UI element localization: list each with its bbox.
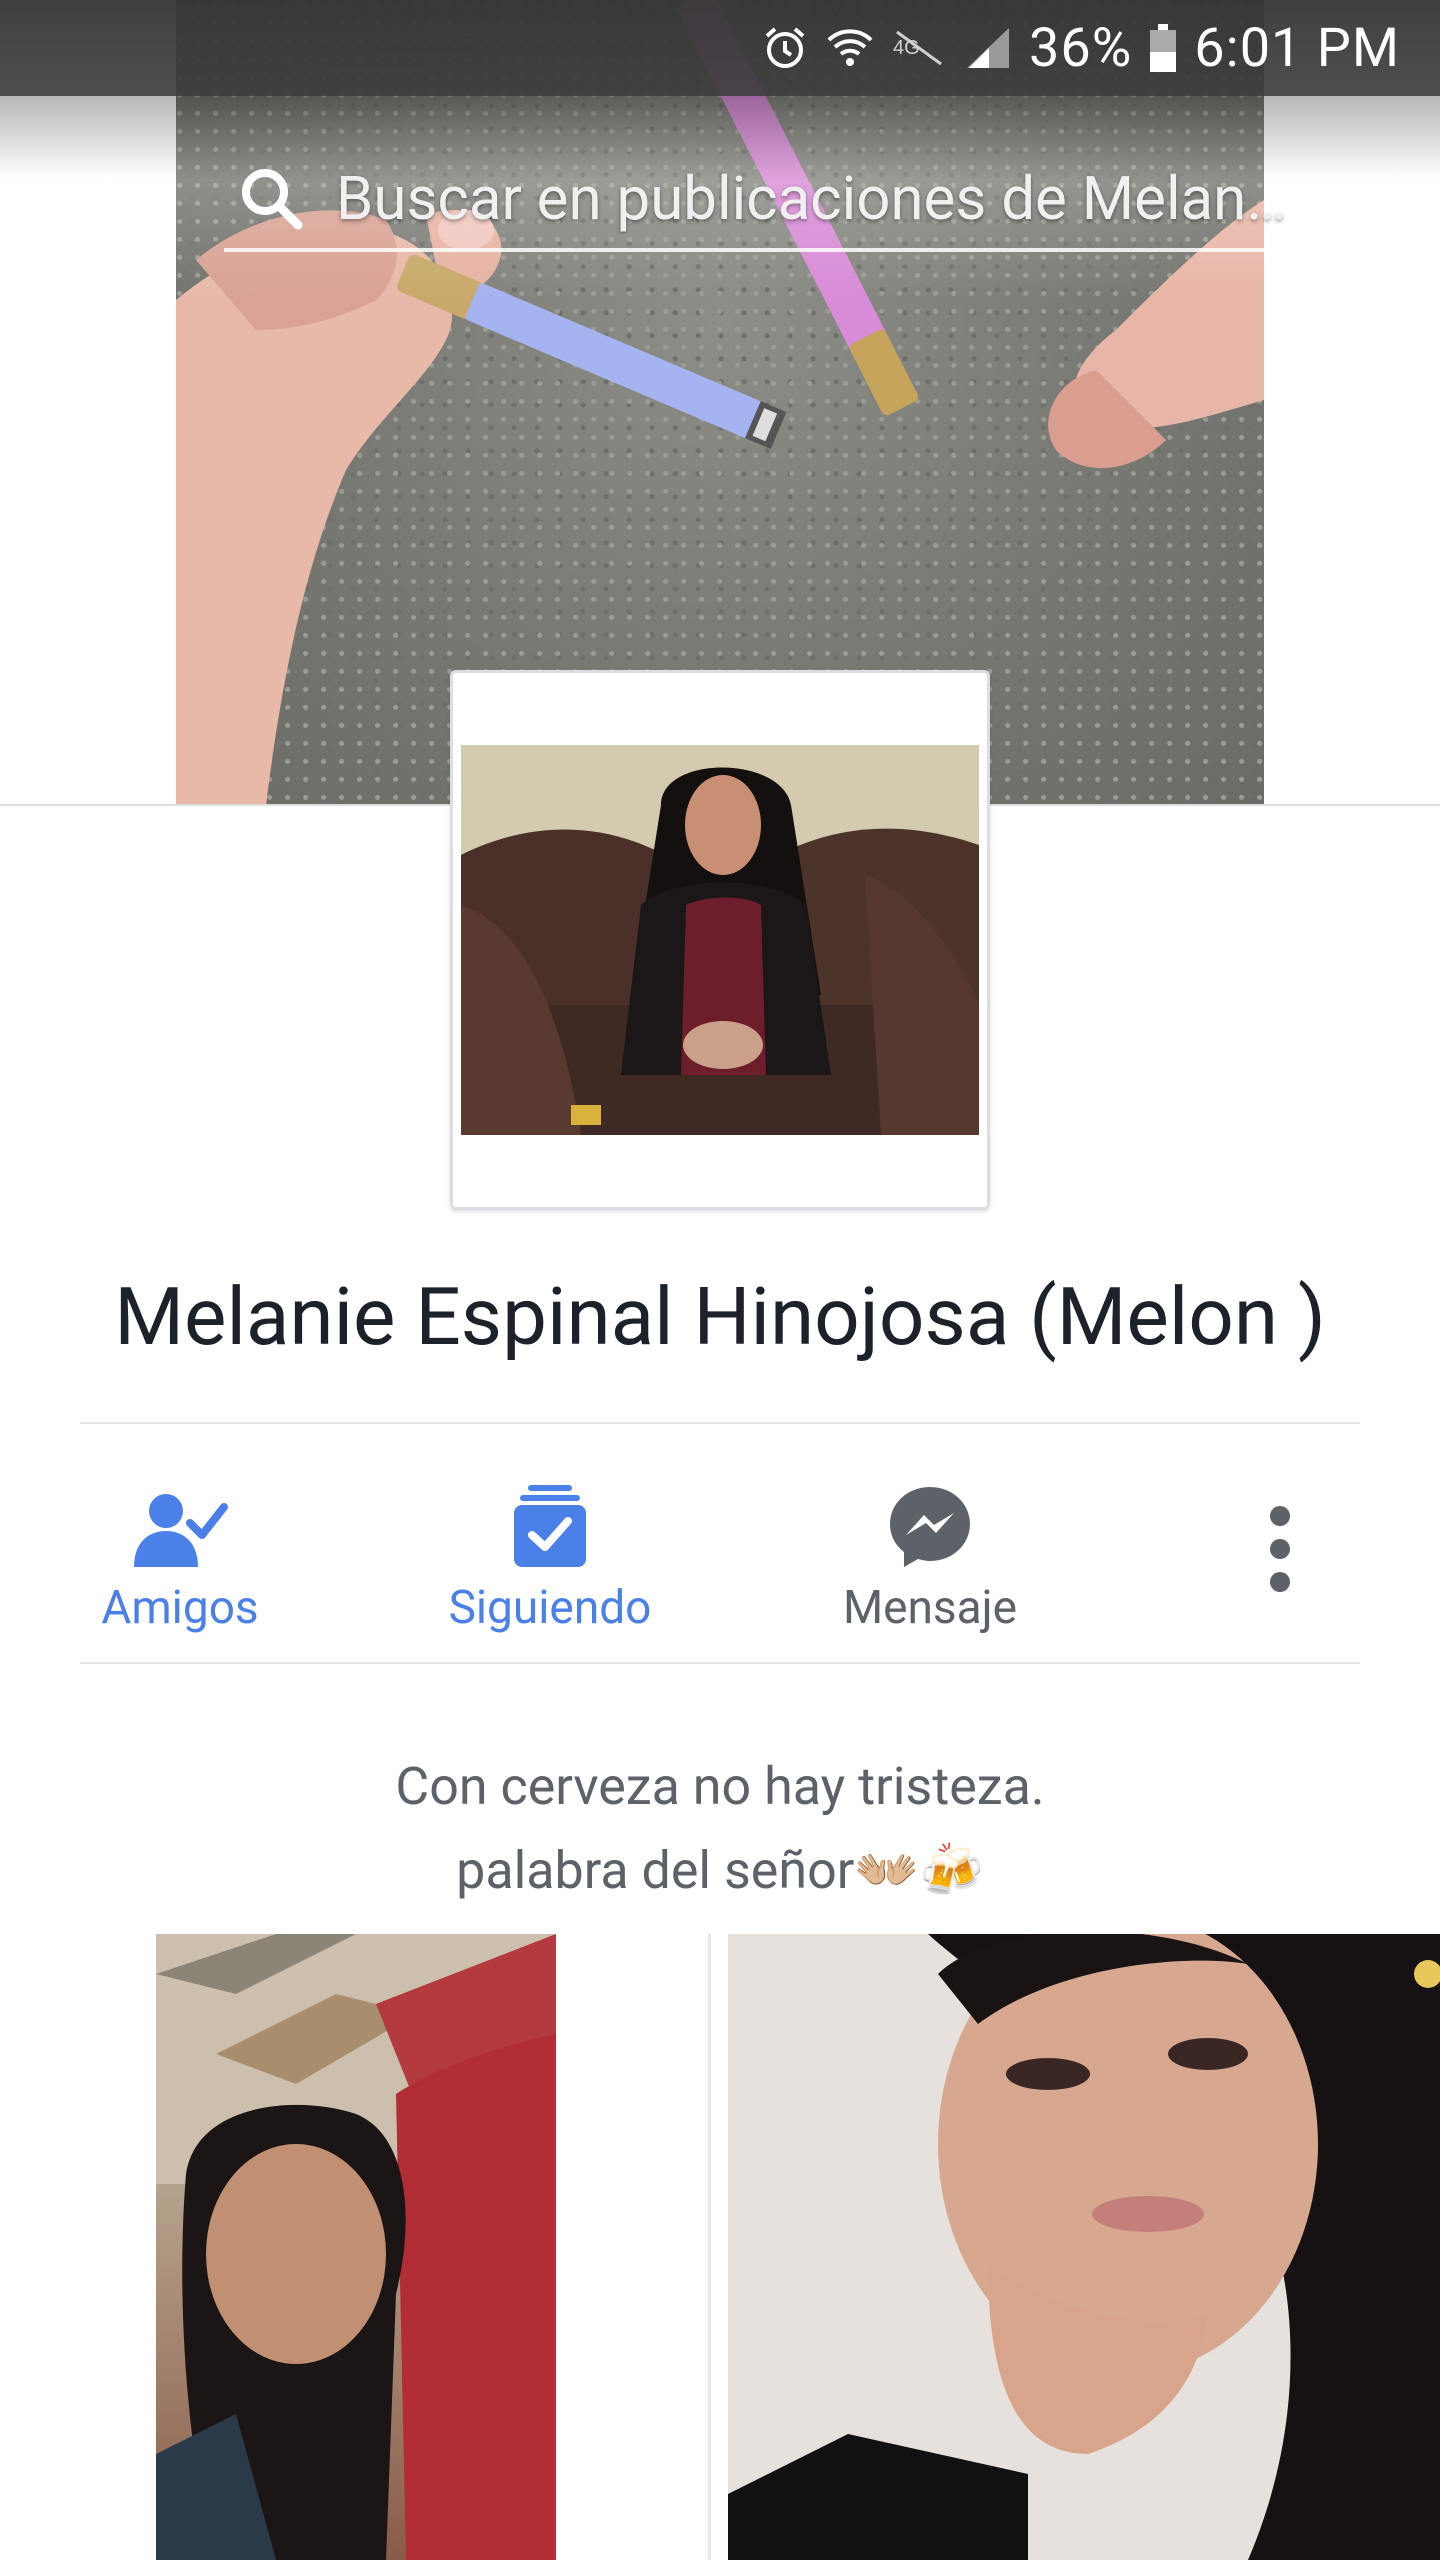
back-button[interactable] <box>60 150 164 254</box>
bio-line-1: Con cerveza no hay tristeza. <box>395 1756 1045 1817</box>
following-button[interactable]: Siguiendo <box>420 1424 680 1664</box>
featured-photo[interactable] <box>156 1934 556 2560</box>
data-off-icon: 4G <box>891 18 947 78</box>
following-check-icon <box>514 1485 586 1567</box>
status-bar: 4G 36% 6:01 PM <box>0 0 1440 96</box>
wifi-icon <box>825 18 875 78</box>
message-label: Mensaje <box>842 1581 1018 1635</box>
profile-bio: Con cerveza no hay tristeza. palabra del… <box>0 1745 1440 1913</box>
friends-check-icon <box>134 1494 228 1567</box>
arrow-left-icon <box>82 175 147 229</box>
battery-icon <box>1148 18 1178 78</box>
messenger-icon <box>890 1487 970 1567</box>
search-box[interactable]: Buscar en publicaciones de Melan… <box>224 148 1374 252</box>
search-input[interactable]: Buscar en publicaciones de Melan… <box>336 163 1374 234</box>
profile-photo[interactable] <box>461 745 979 1135</box>
bio-line-2: palabra del señor👐🏼🍻 <box>456 1840 984 1901</box>
search-header: Buscar en publicaciones de Melan… <box>0 130 1440 260</box>
photo-divider <box>708 1934 711 2560</box>
clock: 6:01 PM <box>1194 16 1400 80</box>
profile-action-bar: Amigos Siguiendo Mensaje <box>80 1422 1360 1664</box>
more-options-button[interactable] <box>1220 1424 1340 1664</box>
friends-label: Amigos <box>101 1581 259 1635</box>
friends-button[interactable]: Amigos <box>80 1424 280 1664</box>
alarm-icon <box>761 18 809 78</box>
following-label: Siguiendo <box>448 1581 652 1635</box>
more-vertical-icon <box>1270 1506 1290 1592</box>
search-icon <box>238 163 308 233</box>
signal-icon <box>963 18 1013 78</box>
profile-picture[interactable] <box>450 670 990 1210</box>
message-button[interactable]: Mensaje <box>780 1424 1080 1664</box>
featured-photo[interactable] <box>728 1934 1440 2560</box>
battery-percentage: 36% <box>1029 16 1133 80</box>
profile-name: Melanie Espinal Hinojosa (Melon ) <box>114 1270 1326 1364</box>
